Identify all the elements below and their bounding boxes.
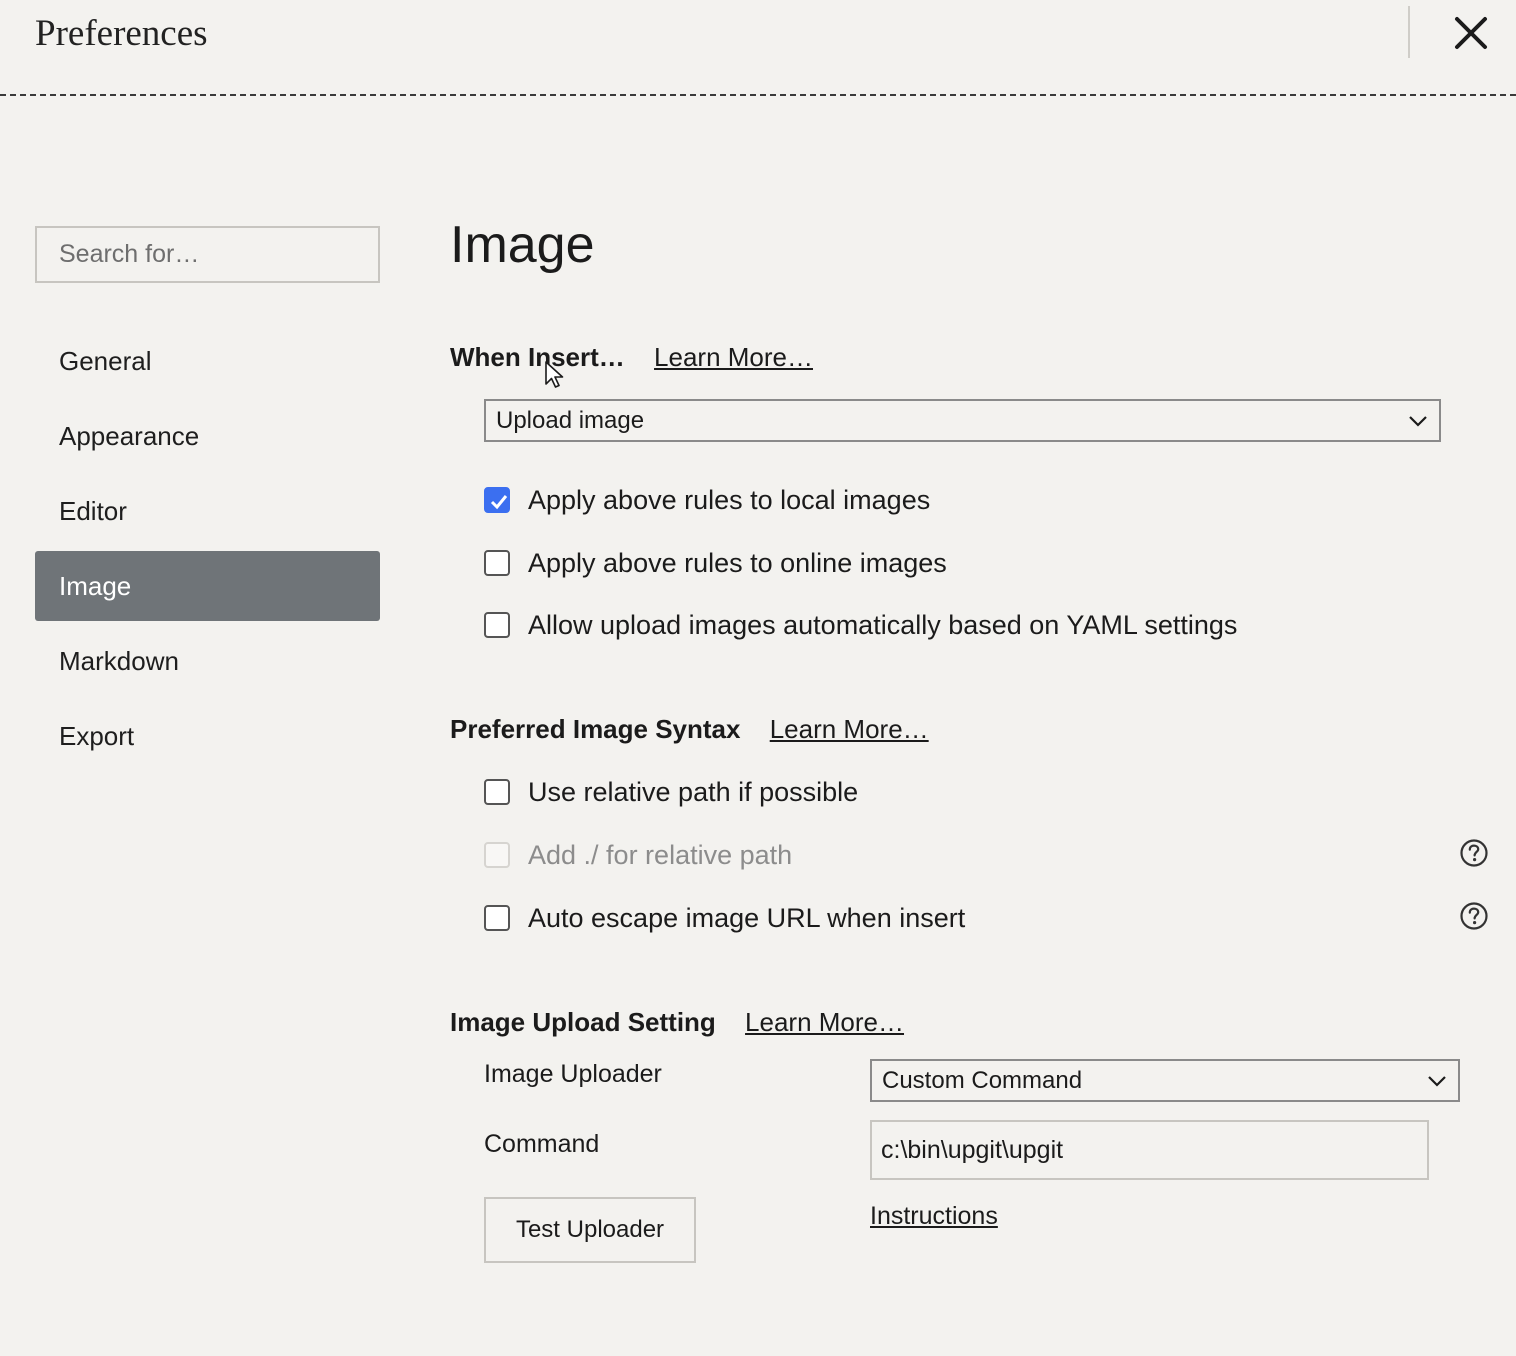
search-input[interactable] <box>35 226 380 283</box>
help-icon[interactable] <box>1459 838 1489 868</box>
learn-more-link[interactable]: Learn More… <box>770 714 929 744</box>
command-label: Command <box>484 1130 600 1158</box>
sidebar-item-editor[interactable]: Editor <box>35 476 380 546</box>
checkbox-label: Allow upload images automatically based … <box>528 609 1238 640</box>
help-icon[interactable] <box>1459 901 1489 931</box>
section-heading: When Insert… <box>450 342 625 372</box>
section-heading: Image Upload Setting <box>450 1007 716 1037</box>
checkbox-label: Apply above rules to local images <box>528 484 931 515</box>
checkbox[interactable] <box>484 905 510 931</box>
checkbox-label: Auto escape image URL when insert <box>528 902 966 933</box>
close-button[interactable] <box>1446 8 1496 58</box>
checkbox <box>484 842 510 868</box>
title-divider <box>1408 6 1410 58</box>
checkbox-label: Add ./ for relative path <box>528 839 793 870</box>
checkmark-icon <box>490 495 508 510</box>
checkbox[interactable] <box>484 550 510 576</box>
window-title: Preferences <box>35 13 208 54</box>
option-auto-escape: Auto escape image URL when insert <box>484 901 965 935</box>
option-add-dot-slash: Add ./ for relative path <box>484 838 792 872</box>
chevron-down-icon <box>1409 415 1427 427</box>
uploader-label: Image Uploader <box>484 1060 662 1088</box>
select-value: Upload image <box>496 407 645 434</box>
section-upload-setting: Image Upload Setting Learn More… <box>450 1007 904 1038</box>
test-uploader-button[interactable]: Test Uploader <box>484 1197 696 1263</box>
close-icon <box>1455 17 1487 49</box>
checkbox[interactable] <box>484 779 510 805</box>
sidebar-item-markdown[interactable]: Markdown <box>35 626 380 696</box>
select-value: Custom Command <box>882 1067 1083 1094</box>
checkbox-label: Use relative path if possible <box>528 776 859 807</box>
chevron-down-icon <box>1428 1075 1446 1087</box>
checkbox-label: Apply above rules to online images <box>528 547 947 578</box>
command-input[interactable] <box>870 1120 1429 1180</box>
checkbox[interactable] <box>484 487 510 513</box>
title-bar: Preferences <box>0 0 1516 96</box>
option-relative-path: Use relative path if possible <box>484 775 858 809</box>
page-title: Image <box>450 216 595 274</box>
section-when-insert: When Insert… Learn More… <box>450 342 813 373</box>
sidebar-nav: General Appearance Editor Image Markdown… <box>35 326 380 776</box>
option-online-images: Apply above rules to online images <box>484 546 947 580</box>
learn-more-link[interactable]: Learn More… <box>745 1007 904 1037</box>
section-heading: Preferred Image Syntax <box>450 714 741 744</box>
instructions-link[interactable]: Instructions <box>870 1202 998 1231</box>
mouse-cursor-icon <box>545 361 564 388</box>
sidebar-item-appearance[interactable]: Appearance <box>35 401 380 471</box>
option-yaml-upload: Allow upload images automatically based … <box>484 608 1237 642</box>
checkbox[interactable] <box>484 612 510 638</box>
option-local-images: Apply above rules to local images <box>484 483 930 517</box>
section-image-syntax: Preferred Image Syntax Learn More… <box>450 714 929 745</box>
sidebar-item-general[interactable]: General <box>35 326 380 396</box>
preferences-window: Preferences General Appearance Editor Im… <box>0 0 1516 1356</box>
when-insert-select[interactable]: Upload image <box>484 399 1441 442</box>
learn-more-link[interactable]: Learn More… <box>654 342 813 372</box>
sidebar-item-image[interactable]: Image <box>35 551 380 621</box>
sidebar-item-export[interactable]: Export <box>35 701 380 771</box>
image-uploader-select[interactable]: Custom Command <box>870 1059 1460 1102</box>
